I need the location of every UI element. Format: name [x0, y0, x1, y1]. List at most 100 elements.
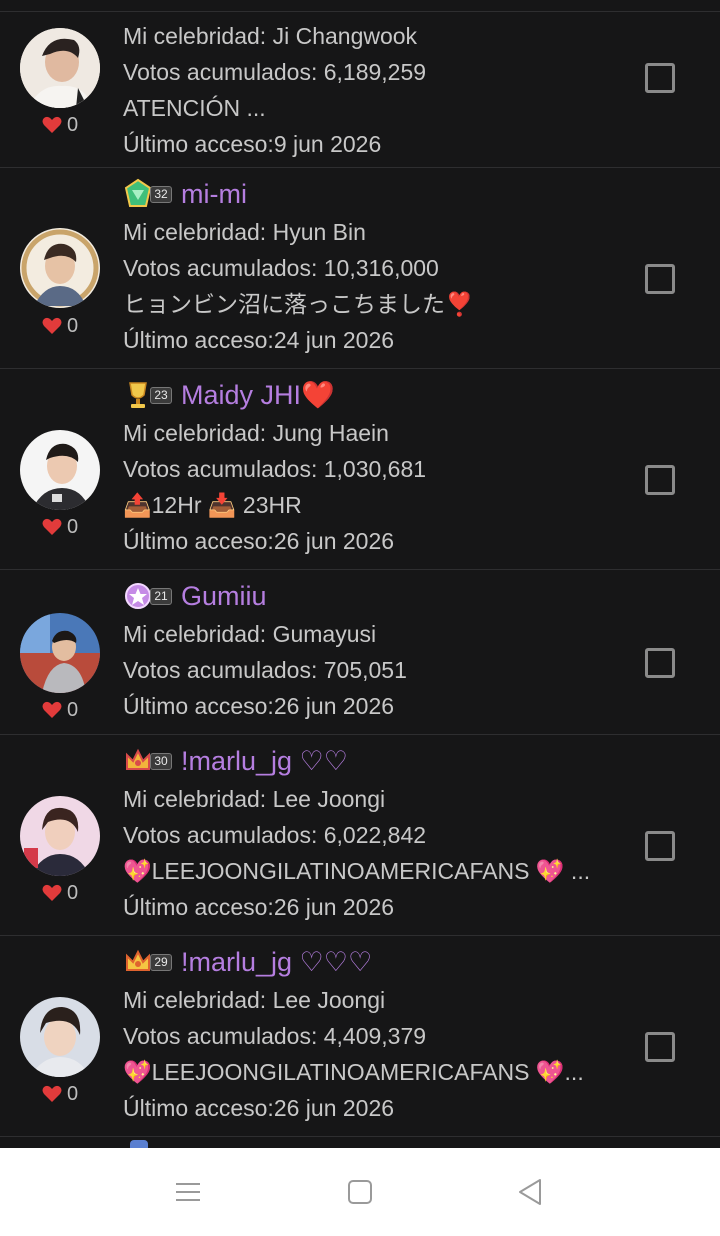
last-access-line: Último acceso:26 jun 2026	[123, 1090, 623, 1126]
user-name-line[interactable]: 30 !marlu_jg ♡♡	[123, 741, 623, 781]
likes-count[interactable]: 0	[42, 1082, 102, 1106]
row-content: 30 !marlu_jg ♡♡ Mi celebridad: Lee Joong…	[123, 741, 623, 925]
gem-badge-icon	[124, 178, 152, 207]
level-badge: 23	[123, 379, 175, 411]
celebrity-name: Lee Joongi	[272, 987, 386, 1013]
avatar[interactable]	[20, 28, 100, 108]
username[interactable]: mi-mi	[181, 179, 247, 210]
votes-line: Votos acumulados: 6,189,259	[123, 54, 623, 90]
list-item[interactable]: 0 23 Maidy JHI❤️ Mi celebridad: Jung Hae…	[0, 369, 720, 570]
next-item-peek	[130, 1140, 148, 1148]
home-square-icon[interactable]	[344, 1176, 376, 1208]
trophy-badge-icon	[129, 382, 147, 408]
celebrity-label: Mi celebridad:	[123, 23, 273, 49]
select-checkbox[interactable]	[645, 648, 675, 678]
last-access-value: 24 jun 2026	[273, 327, 395, 353]
user-name-line[interactable]: 29 !marlu_jg ♡♡♡	[123, 942, 623, 982]
row-content: Mi celebridad: Ji Changwook Votos acumul…	[123, 18, 623, 162]
celebrity-line: Mi celebridad: Lee Joongi	[123, 982, 623, 1018]
celebrity-name: Hyun Bin	[272, 219, 366, 245]
level-badge: 30	[123, 745, 175, 777]
select-checkbox[interactable]	[645, 264, 675, 294]
last-access-line: Último acceso:9 jun 2026	[123, 126, 623, 162]
likes-value: 0	[67, 314, 79, 337]
last-access-line: Último acceso:26 jun 2026	[123, 523, 623, 559]
celebrity-label: Mi celebridad:	[123, 987, 273, 1013]
avatar[interactable]	[20, 430, 100, 510]
crown-badge-icon	[126, 949, 150, 971]
votes-line: Votos acumulados: 4,409,379	[123, 1018, 623, 1054]
last-access-value: 26 jun 2026	[273, 528, 395, 554]
heart-icon	[42, 884, 62, 901]
list-item[interactable]: 0 32 mi-mi Mi celebridad: Hyun Bin Votos…	[0, 168, 720, 369]
last-access-label: Último acceso:	[123, 528, 274, 554]
username[interactable]: Gumiiu	[181, 581, 267, 612]
level-number: 30	[150, 753, 172, 770]
votes-line: Votos acumulados: 6,022,842	[123, 817, 623, 853]
celebrity-label: Mi celebridad:	[123, 786, 273, 812]
heart-icon	[42, 518, 62, 535]
last-access-value: 26 jun 2026	[273, 693, 395, 719]
username[interactable]: Maidy JHI❤️	[181, 379, 335, 411]
level-number: 32	[150, 186, 172, 203]
select-checkbox[interactable]	[645, 1032, 675, 1062]
back-triangle-icon[interactable]	[514, 1176, 546, 1208]
username[interactable]: !marlu_jg ♡♡♡	[181, 947, 372, 978]
list-item[interactable]: 0 29 !marlu_jg ♡♡♡ Mi celebridad: Lee Jo…	[0, 936, 720, 1137]
avatar[interactable]	[20, 228, 100, 308]
votes-value: 10,316,000	[323, 255, 439, 281]
list-item[interactable]: 0 Mi celebridad: Ji Changwook Votos acum…	[0, 12, 720, 168]
votes-value: 4,409,379	[323, 1023, 427, 1049]
username[interactable]: !marlu_jg ♡♡	[181, 746, 348, 777]
likes-count[interactable]: 0	[42, 881, 102, 905]
votes-value: 705,051	[323, 657, 407, 683]
select-checkbox[interactable]	[645, 63, 675, 93]
votes-value: 6,022,842	[323, 822, 427, 848]
celebrity-line: Mi celebridad: Jung Haein	[123, 415, 623, 451]
likes-value: 0	[67, 515, 79, 538]
level-badge: 32	[123, 178, 175, 210]
level-badge: 21	[123, 580, 175, 612]
last-access-value: 9 jun 2026	[273, 131, 382, 157]
last-access-value: 26 jun 2026	[273, 894, 395, 920]
menu-icon[interactable]	[172, 1176, 204, 1208]
likes-count[interactable]: 0	[42, 698, 102, 722]
votes-label: Votos acumulados:	[123, 657, 324, 683]
last-access-label: Último acceso:	[123, 131, 274, 157]
row-content: 23 Maidy JHI❤️ Mi celebridad: Jung Haein…	[123, 375, 623, 559]
celebrity-name: Gumayusi	[272, 621, 377, 647]
likes-count[interactable]: 0	[42, 515, 102, 539]
select-checkbox[interactable]	[645, 831, 675, 861]
votes-label: Votos acumulados:	[123, 822, 324, 848]
profile-message: 💖LEEJOONGILATINOAMERICAFANS 💖 ...	[123, 858, 591, 884]
last-access-label: Último acceso:	[123, 693, 274, 719]
last-access-value: 26 jun 2026	[273, 1095, 395, 1121]
select-checkbox[interactable]	[645, 465, 675, 495]
app-screen: 0 Mi celebridad: Ji Changwook Votos acum…	[0, 0, 720, 1236]
heart-icon	[42, 701, 62, 718]
votes-label: Votos acumulados:	[123, 59, 324, 85]
list-item[interactable]: 0 30 !marlu_jg ♡♡ Mi celebridad: Lee Joo…	[0, 735, 720, 936]
last-access-line: Último acceso:24 jun 2026	[123, 322, 623, 358]
user-name-line[interactable]: 21 Gumiiu	[123, 576, 623, 616]
avatar[interactable]	[20, 796, 100, 876]
likes-value: 0	[67, 113, 79, 136]
user-name-line[interactable]: 32 mi-mi	[123, 174, 623, 214]
votes-value: 1,030,681	[323, 456, 427, 482]
heart-icon	[42, 317, 62, 334]
level-number: 21	[150, 588, 172, 605]
votes-label: Votos acumulados:	[123, 255, 324, 281]
likes-count[interactable]: 0	[42, 314, 102, 338]
celebrity-line: Mi celebridad: Gumayusi	[123, 616, 623, 652]
voter-list[interactable]: 0 Mi celebridad: Ji Changwook Votos acum…	[0, 0, 720, 1148]
level-number: 23	[150, 387, 172, 404]
profile-message: 💖LEEJOONGILATINOAMERICAFANS 💖...	[123, 1059, 584, 1085]
likes-value: 0	[67, 1082, 79, 1105]
likes-count[interactable]: 0	[42, 113, 102, 137]
list-item[interactable]: 0 21 Gumiiu Mi celebridad: Gumayusi Voto…	[0, 570, 720, 735]
last-access-label: Último acceso:	[123, 1095, 274, 1121]
avatar[interactable]	[20, 997, 100, 1077]
user-name-line[interactable]: 23 Maidy JHI❤️	[123, 375, 623, 415]
avatar[interactable]	[20, 613, 100, 693]
likes-value: 0	[67, 698, 79, 721]
